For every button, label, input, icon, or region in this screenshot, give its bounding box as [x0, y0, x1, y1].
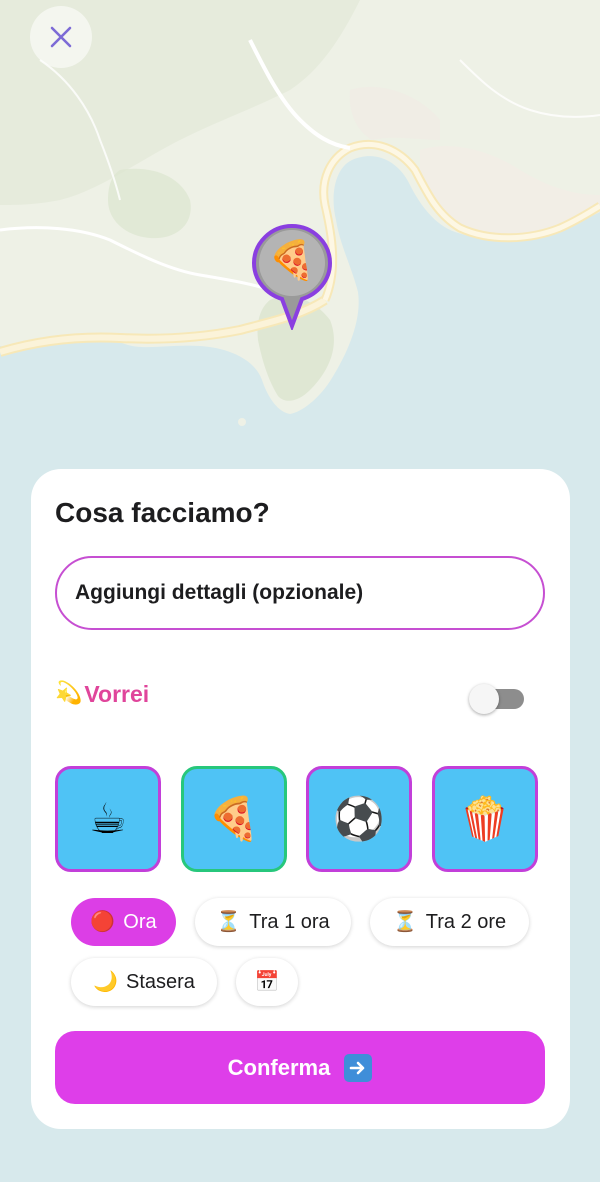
activity-football[interactable]: ⚽	[306, 766, 412, 872]
arrow-right-icon	[344, 1053, 373, 1082]
map-location-pin[interactable]: 🍕	[250, 222, 334, 330]
popcorn-icon: 🍿	[458, 794, 512, 843]
time-chip-tra-2-ore[interactable]: ⏳ Tra 2 ore	[370, 898, 529, 946]
close-button[interactable]	[30, 6, 92, 68]
pizza-icon: 🍕	[207, 794, 261, 843]
details-input[interactable]	[55, 556, 545, 630]
time-chip-tra-1-ora[interactable]: ⏳ Tra 1 ora	[195, 898, 351, 946]
pin-pizza-emoji: 🍕	[268, 238, 316, 282]
vorrei-row: 💫 Vorrei	[55, 679, 149, 709]
toggle-knob	[469, 684, 499, 714]
hourglass-icon: ⏳	[392, 911, 418, 933]
time-chip-ora[interactable]: 🔴 Ora	[71, 898, 176, 946]
chip-label: Tra 1 ora	[249, 910, 330, 933]
confirm-button[interactable]: Conferma	[55, 1031, 545, 1104]
confirm-label: Conferma	[227, 1054, 331, 1080]
coffee-icon: ☕	[89, 794, 127, 843]
vorrei-toggle[interactable]	[469, 684, 526, 714]
red-circle-icon: 🔴	[90, 911, 116, 933]
football-icon: ⚽	[332, 794, 386, 843]
crescent-moon-icon: 🌙	[93, 971, 118, 993]
vorrei-label: Vorrei	[84, 680, 150, 707]
chip-label: Ora	[123, 910, 157, 933]
activity-popcorn[interactable]: 🍿	[432, 766, 538, 872]
hourglass-icon: ⏳	[216, 911, 242, 933]
dizzy-icon: 💫	[55, 681, 83, 706]
time-chip-stasera[interactable]: 🌙 Stasera	[71, 958, 217, 1006]
activity-coffee[interactable]: ☕	[55, 766, 161, 872]
card-title: Cosa facciamo?	[55, 497, 270, 528]
chip-label: Tra 2 ore	[425, 910, 507, 933]
time-chip-calendar[interactable]: 📅	[236, 958, 298, 1006]
chip-label: Stasera	[125, 970, 195, 993]
activity-card: Cosa facciamo? 💫 Vorrei ☕ 🍕 ⚽ 🍿 🔴 Ora ⏳ …	[31, 469, 570, 1129]
close-icon	[50, 26, 72, 48]
calendar-icon: 📅	[254, 971, 280, 993]
activity-pizza[interactable]: 🍕	[181, 766, 287, 872]
